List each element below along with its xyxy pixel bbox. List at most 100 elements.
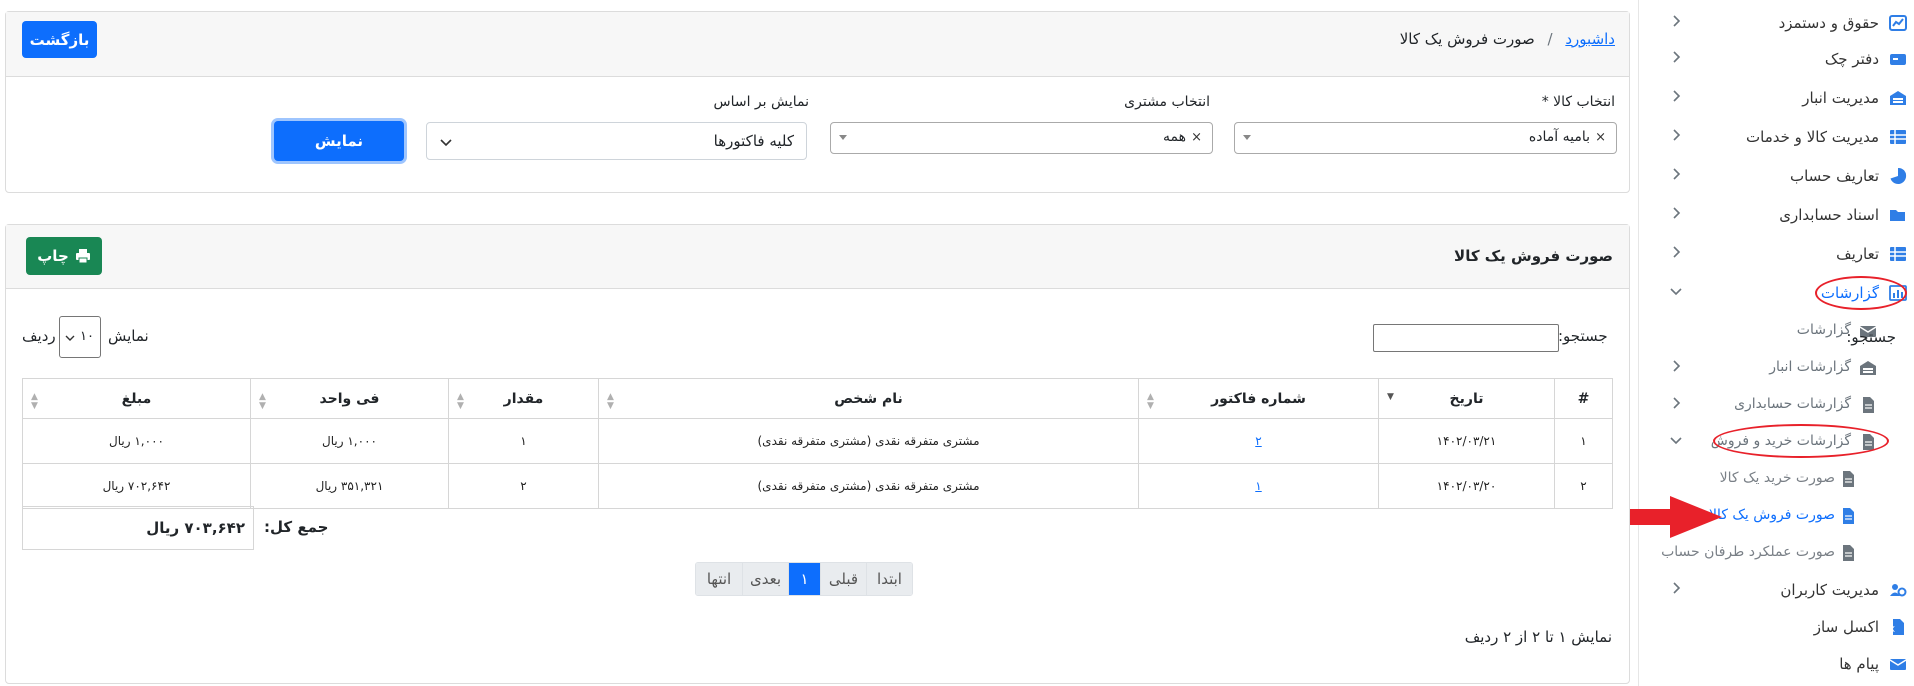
print-button[interactable]: چاپ — [26, 237, 102, 275]
sidebar-item-label: مدیریت کالا و خدمات — [1746, 128, 1879, 146]
clear-selection-icon[interactable]: × — [1191, 130, 1202, 145]
chevron-down-icon — [65, 335, 75, 341]
sidebar-item-label: گزارشات — [1796, 322, 1851, 338]
envelope-icon — [1889, 659, 1907, 670]
table-header-row: # تاریخ ▼ شماره فاکتور ▲ ▼ نام شخص ▲ ▼ مقدار ▲… — [22, 378, 1613, 419]
filter-card: داشبورد / صورت فروش یک کالا بازگشت انتخا… — [5, 11, 1630, 193]
customer-select[interactable]: × همه — [830, 122, 1213, 154]
sidebar-item-label: گزارشات — [1820, 284, 1879, 302]
report-title: صورت فروش یک کالا — [1454, 247, 1613, 265]
back-button[interactable]: بازگشت — [22, 21, 97, 58]
chevron-left-icon — [1673, 207, 1681, 219]
pagination-last[interactable]: انتها — [696, 563, 742, 595]
column-header-invoice[interactable]: شماره فاکتور ▲ ▼ — [1138, 378, 1379, 419]
column-header-unit-price[interactable]: فی واحد ▲ ▼ — [250, 378, 449, 419]
chevron-down-icon — [1670, 437, 1682, 445]
row-number: ۱ — [1554, 418, 1613, 464]
sidebar-subitem-warehouse-reports[interactable]: گزارشات انبار — [1639, 349, 1914, 387]
sidebar-item-label: حقوق و دستمزد — [1778, 14, 1879, 32]
sidebar-item-label: گزارشات حسابداری — [1734, 396, 1851, 412]
invoice-link[interactable]: ۱ — [1255, 479, 1261, 493]
pagination-first[interactable]: ابتدا — [866, 563, 912, 595]
product-select-label: انتخاب کالا * — [1541, 94, 1615, 110]
breadcrumb-separator: / — [1547, 30, 1553, 48]
pagination-prev[interactable]: قبلی — [820, 563, 866, 595]
svg-text:X: X — [1890, 625, 1896, 634]
length-select[interactable]: ۱۰ — [59, 316, 101, 358]
sidebar-item-account-definitions[interactable]: تعاریف حساب — [1639, 157, 1914, 195]
chevron-left-icon — [1673, 397, 1681, 409]
search-label: جستجو: — [1846, 328, 1896, 346]
sidebar-item-label: اکسل ساز — [1813, 618, 1879, 636]
column-header-date[interactable]: تاریخ ▼ — [1378, 378, 1555, 419]
sort-icon: ▲ ▼ — [259, 392, 266, 411]
total-label: جمع کل: — [264, 518, 329, 536]
product-select-value: بامیه آماده — [1528, 129, 1590, 145]
sidebar-item-label: صورت فروش یک کالا — [1708, 507, 1835, 523]
row-unit-price: ۳۵۱,۳۲۱ ریال — [250, 463, 449, 509]
print-button-label: چاپ — [37, 247, 69, 265]
show-by-select[interactable]: کلیه فاکتورها — [426, 122, 807, 160]
clear-selection-icon[interactable]: × — [1595, 130, 1606, 145]
row-invoice-cell: ۱ — [1138, 463, 1379, 509]
sidebar-item-excel-builder[interactable]: X اکسل ساز — [1639, 608, 1914, 646]
column-header-amount[interactable]: مبلغ ▲ ▼ — [22, 378, 251, 419]
breadcrumb-home-link[interactable]: داشبورد — [1565, 30, 1615, 48]
sidebar-item-checkbook[interactable]: دفتر چک — [1639, 40, 1914, 78]
report-table: # تاریخ ▼ شماره فاکتور ▲ ▼ نام شخص ▲ ▼ مقدار ▲… — [22, 378, 1613, 509]
length-suffix: ردیف — [22, 327, 56, 345]
sidebar-item-label: تعاریف — [1836, 245, 1879, 263]
show-by-select-value: کلیه فاکتورها — [713, 132, 794, 150]
sort-desc-icon: ▼ — [1387, 392, 1394, 402]
report-card-header: صورت فروش یک کالا چاپ — [6, 225, 1629, 289]
file-icon — [1843, 545, 1854, 561]
invoice-link[interactable]: ۲ — [1255, 434, 1261, 448]
sidebar-item-accounting-docs[interactable]: اسناد حسابداری — [1639, 196, 1914, 234]
folder-open-icon — [1890, 210, 1905, 221]
sort-icon: ▲ ▼ — [607, 392, 614, 411]
sidebar-item-user-management[interactable]: مدیریت کاربران — [1639, 571, 1914, 609]
chevron-left-icon — [1673, 168, 1681, 180]
report-chart-icon — [1889, 285, 1907, 301]
money-check-icon — [1890, 54, 1906, 65]
chevron-left-icon — [1673, 246, 1681, 258]
pagination-current[interactable]: ۱ — [788, 563, 820, 595]
sidebar-subitem-purchase-sales-reports[interactable]: گزارشات خرید و فروش — [1639, 423, 1914, 461]
sidebar-item-label: پیام ها — [1839, 655, 1879, 673]
column-header-quantity[interactable]: مقدار ▲ ▼ — [448, 378, 599, 419]
sidebar-item-label: صورت خرید یک کالا — [1719, 470, 1835, 486]
row-amount: ۷۰۲,۶۴۲ ریال — [22, 463, 251, 509]
row-date: ۱۴۰۲/۰۳/۲۰ — [1378, 463, 1555, 509]
sidebar-item-reports[interactable]: گزارشات — [1639, 274, 1914, 312]
sidebar-item-definitions[interactable]: تعاریف — [1639, 235, 1914, 273]
chart-line-icon — [1889, 15, 1907, 31]
sidebar-item-warehouse[interactable]: مدیریت انبار — [1639, 79, 1914, 117]
show-button[interactable]: نمایش — [274, 121, 404, 161]
pagination-next[interactable]: بعدی — [742, 563, 788, 595]
customer-select-value: همه — [1163, 129, 1186, 145]
chevron-left-icon — [1673, 360, 1681, 372]
column-header-person[interactable]: نام شخص ▲ ▼ — [598, 378, 1139, 419]
chevron-left-icon — [1673, 15, 1681, 27]
table-row: ۱ ۱۴۰۲/۰۳/۲۱ ۲ مشتری متفرقه نقدی (مشتری … — [22, 418, 1613, 464]
length-select-value: ۱۰ — [80, 329, 94, 344]
column-header-index[interactable]: # — [1554, 378, 1613, 419]
sidebar-item-products[interactable]: مدیریت کالا و خدمات — [1639, 118, 1914, 156]
sidebar-item-label: تعاریف حساب — [1789, 167, 1879, 185]
pagination: ابتدا قبلی ۱ بعدی انتها — [695, 562, 913, 596]
sidebar-item-messages[interactable]: پیام ها — [1639, 645, 1914, 683]
chevron-left-icon — [1673, 582, 1681, 594]
warehouse-icon — [1860, 361, 1876, 375]
product-select[interactable]: × بامیه آماده — [1234, 122, 1617, 154]
chevron-down-icon — [440, 139, 452, 147]
row-unit-price: ۱,۰۰۰ ریال — [250, 418, 449, 464]
table-info: نمایش ۱ تا ۲ از ۲ ردیف — [1464, 628, 1612, 646]
sidebar-subitem-accounting-reports[interactable]: گزارشات حسابداری — [1639, 386, 1914, 424]
chevron-down-icon — [1670, 288, 1682, 296]
filter-card-header: داشبورد / صورت فروش یک کالا بازگشت — [6, 12, 1629, 77]
warehouse-icon — [1890, 91, 1906, 105]
sidebar-item-payroll[interactable]: حقوق و دستمزد — [1639, 4, 1914, 42]
search-input[interactable] — [1373, 324, 1559, 352]
row-person: مشتری متفرقه نقدی (مشتری متفرقه نقدی) — [598, 418, 1139, 464]
show-by-label: نمایش بر اساس — [713, 94, 810, 110]
